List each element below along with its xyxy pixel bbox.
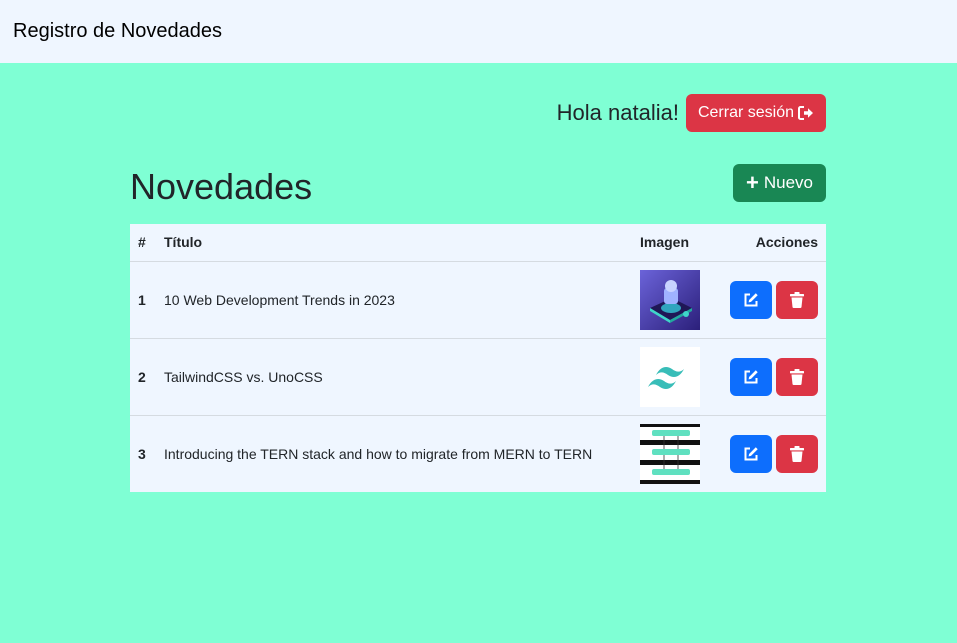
trash-icon bbox=[790, 445, 804, 462]
row-title: TailwindCSS vs. UnoCSS bbox=[164, 368, 323, 385]
edit-icon bbox=[744, 447, 758, 461]
table-row: 3 Introducing the TERN stack and how to … bbox=[130, 415, 826, 492]
column-header-actions: Acciones bbox=[755, 234, 818, 251]
new-label: Nuevo bbox=[763, 173, 813, 192]
table-row: 2 TailwindCSS vs. UnoCSS bbox=[130, 338, 826, 415]
column-header-number: # bbox=[138, 234, 146, 251]
delete-button[interactable] bbox=[776, 357, 818, 396]
row-title: Introducing the TERN stack and how to mi… bbox=[164, 445, 593, 462]
edit-icon bbox=[744, 369, 758, 383]
page-title: Novedades bbox=[130, 166, 313, 207]
edit-button[interactable] bbox=[730, 357, 772, 396]
plus-icon: + bbox=[746, 170, 759, 195]
stack-diagram-thumbnail bbox=[640, 423, 700, 484]
trash-icon bbox=[790, 368, 804, 385]
navbar: Registro de Novedades bbox=[0, 0, 957, 63]
delete-button[interactable] bbox=[776, 280, 818, 319]
table-row: 1 10 Web Development Trends in 2023 bbox=[130, 261, 826, 338]
row-title: 10 Web Development Trends in 2023 bbox=[164, 291, 395, 308]
user-bar: Hola natalia! Cerrar sesión bbox=[557, 94, 826, 132]
trash-icon bbox=[790, 291, 804, 308]
sign-out-icon bbox=[798, 106, 813, 120]
table-header-row: # Título Imagen Acciones bbox=[130, 224, 826, 261]
navbar-brand[interactable]: Registro de Novedades bbox=[13, 20, 222, 43]
isometric-tech-thumbnail bbox=[640, 269, 700, 330]
edit-button[interactable] bbox=[730, 434, 772, 473]
new-button[interactable]: + Nuevo bbox=[733, 164, 826, 202]
row-number: 1 bbox=[138, 291, 146, 308]
delete-button[interactable] bbox=[776, 434, 818, 473]
edit-button[interactable] bbox=[730, 280, 772, 319]
logout-button[interactable]: Cerrar sesión bbox=[685, 94, 826, 132]
column-header-image: Imagen bbox=[640, 234, 690, 251]
logout-label: Cerrar sesión bbox=[697, 104, 794, 121]
row-number: 3 bbox=[138, 445, 146, 462]
edit-icon bbox=[744, 292, 758, 306]
novedades-table: # Título Imagen Acciones 1 10 Web Develo… bbox=[130, 224, 826, 492]
row-number: 2 bbox=[138, 368, 146, 385]
tailwind-logo-thumbnail bbox=[640, 346, 700, 407]
greeting-text: Hola natalia! bbox=[556, 100, 679, 125]
column-header-title: Título bbox=[164, 234, 203, 251]
